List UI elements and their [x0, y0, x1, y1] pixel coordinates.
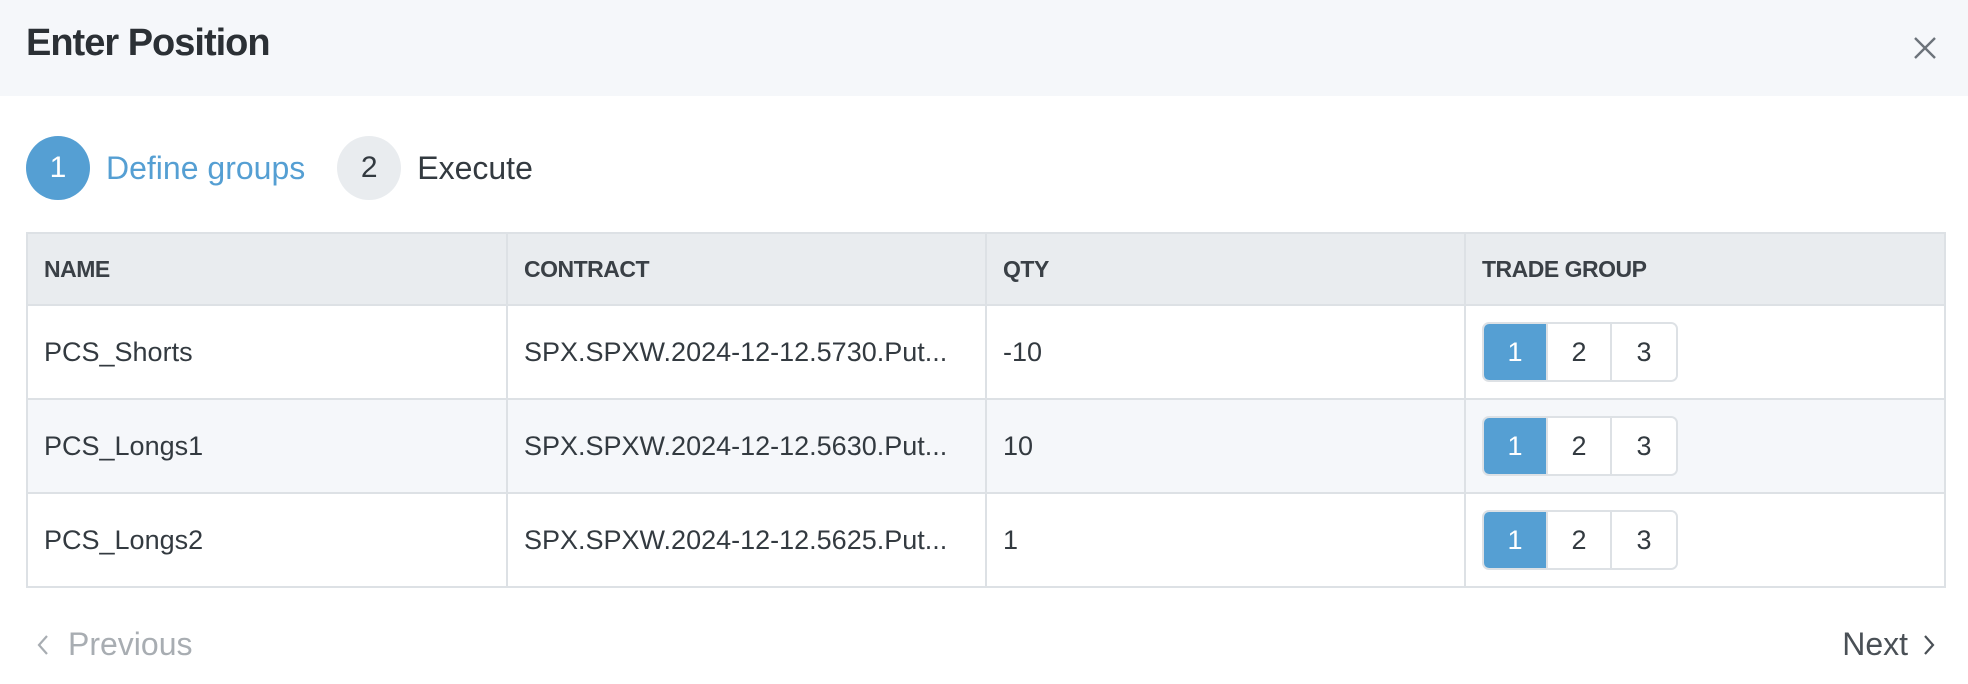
- chevron-right-icon: [1924, 634, 1935, 655]
- table-row: PCS_Longs1 SPX.SPXW.2024-12-12.5630.Put.…: [26, 398, 1946, 494]
- modal-header: Enter Position: [0, 0, 1968, 96]
- trade-group-option-2[interactable]: 2: [1548, 324, 1612, 380]
- cell-qty: 10: [985, 398, 1466, 494]
- cell-name: PCS_Shorts: [26, 304, 508, 400]
- modal-title: Enter Position: [26, 22, 271, 64]
- next-label: Next: [1842, 626, 1908, 662]
- trade-group-option-3[interactable]: 3: [1612, 324, 1676, 380]
- contract-text: SPX.SPXW.2024-12-12.5730.Put...: [524, 337, 948, 368]
- step-label: Define groups: [106, 149, 306, 186]
- cell-contract: SPX.SPXW.2024-12-12.5630.Put...: [506, 398, 987, 494]
- close-button[interactable]: [1910, 33, 1940, 63]
- cell-qty: 1: [985, 492, 1466, 588]
- step-define-groups[interactable]: 1 Define groups: [26, 136, 305, 200]
- cell-trade-group: 1 2 3: [1464, 398, 1946, 494]
- column-header-name: NAME: [26, 232, 508, 306]
- positions-table: NAME CONTRACT QTY TRADE GROUP PCS_Shorts…: [26, 232, 1946, 588]
- trade-group-option-1[interactable]: 1: [1484, 418, 1548, 474]
- cell-trade-group: 1 2 3: [1464, 304, 1946, 400]
- cell-contract: SPX.SPXW.2024-12-12.5625.Put...: [506, 492, 987, 588]
- cell-qty: -10: [985, 304, 1466, 400]
- trade-group-option-3[interactable]: 3: [1612, 418, 1676, 474]
- column-header-contract: CONTRACT: [506, 232, 987, 306]
- contract-text: SPX.SPXW.2024-12-12.5625.Put...: [524, 525, 948, 556]
- table-row: PCS_Shorts SPX.SPXW.2024-12-12.5730.Put.…: [26, 304, 1946, 400]
- column-header-trade-group: TRADE GROUP: [1464, 232, 1946, 306]
- step-number-badge: 1: [26, 136, 90, 200]
- trade-group-option-3[interactable]: 3: [1612, 512, 1676, 568]
- cell-contract: SPX.SPXW.2024-12-12.5730.Put...: [506, 304, 987, 400]
- cell-trade-group: 1 2 3: [1464, 492, 1946, 588]
- step-label: Execute: [417, 149, 533, 186]
- trade-group-selector: 1 2 3: [1482, 510, 1678, 570]
- step-execute[interactable]: 2 Execute: [337, 136, 533, 200]
- trade-group-option-2[interactable]: 2: [1548, 512, 1612, 568]
- trade-group-option-1[interactable]: 1: [1484, 512, 1548, 568]
- table-header-row: NAME CONTRACT QTY TRADE GROUP: [26, 232, 1946, 306]
- previous-label: Previous: [68, 626, 193, 662]
- contract-text: SPX.SPXW.2024-12-12.5630.Put...: [524, 431, 948, 462]
- cell-name: PCS_Longs2: [26, 492, 508, 588]
- previous-button[interactable]: Previous: [34, 626, 193, 663]
- step-number-badge: 2: [337, 136, 402, 200]
- table-row: PCS_Longs2 SPX.SPXW.2024-12-12.5625.Put.…: [26, 492, 1946, 588]
- trade-group-selector: 1 2 3: [1482, 416, 1678, 476]
- trade-group-option-1[interactable]: 1: [1484, 324, 1548, 380]
- cell-name: PCS_Longs1: [26, 398, 508, 494]
- trade-group-option-2[interactable]: 2: [1548, 418, 1612, 474]
- wizard-steps: 1 Define groups 2 Execute: [26, 136, 565, 200]
- column-header-qty: QTY: [985, 232, 1466, 306]
- close-icon: [1914, 37, 1936, 59]
- trade-group-selector: 1 2 3: [1482, 322, 1678, 382]
- chevron-left-icon: [37, 634, 48, 655]
- next-button[interactable]: Next: [1842, 626, 1938, 663]
